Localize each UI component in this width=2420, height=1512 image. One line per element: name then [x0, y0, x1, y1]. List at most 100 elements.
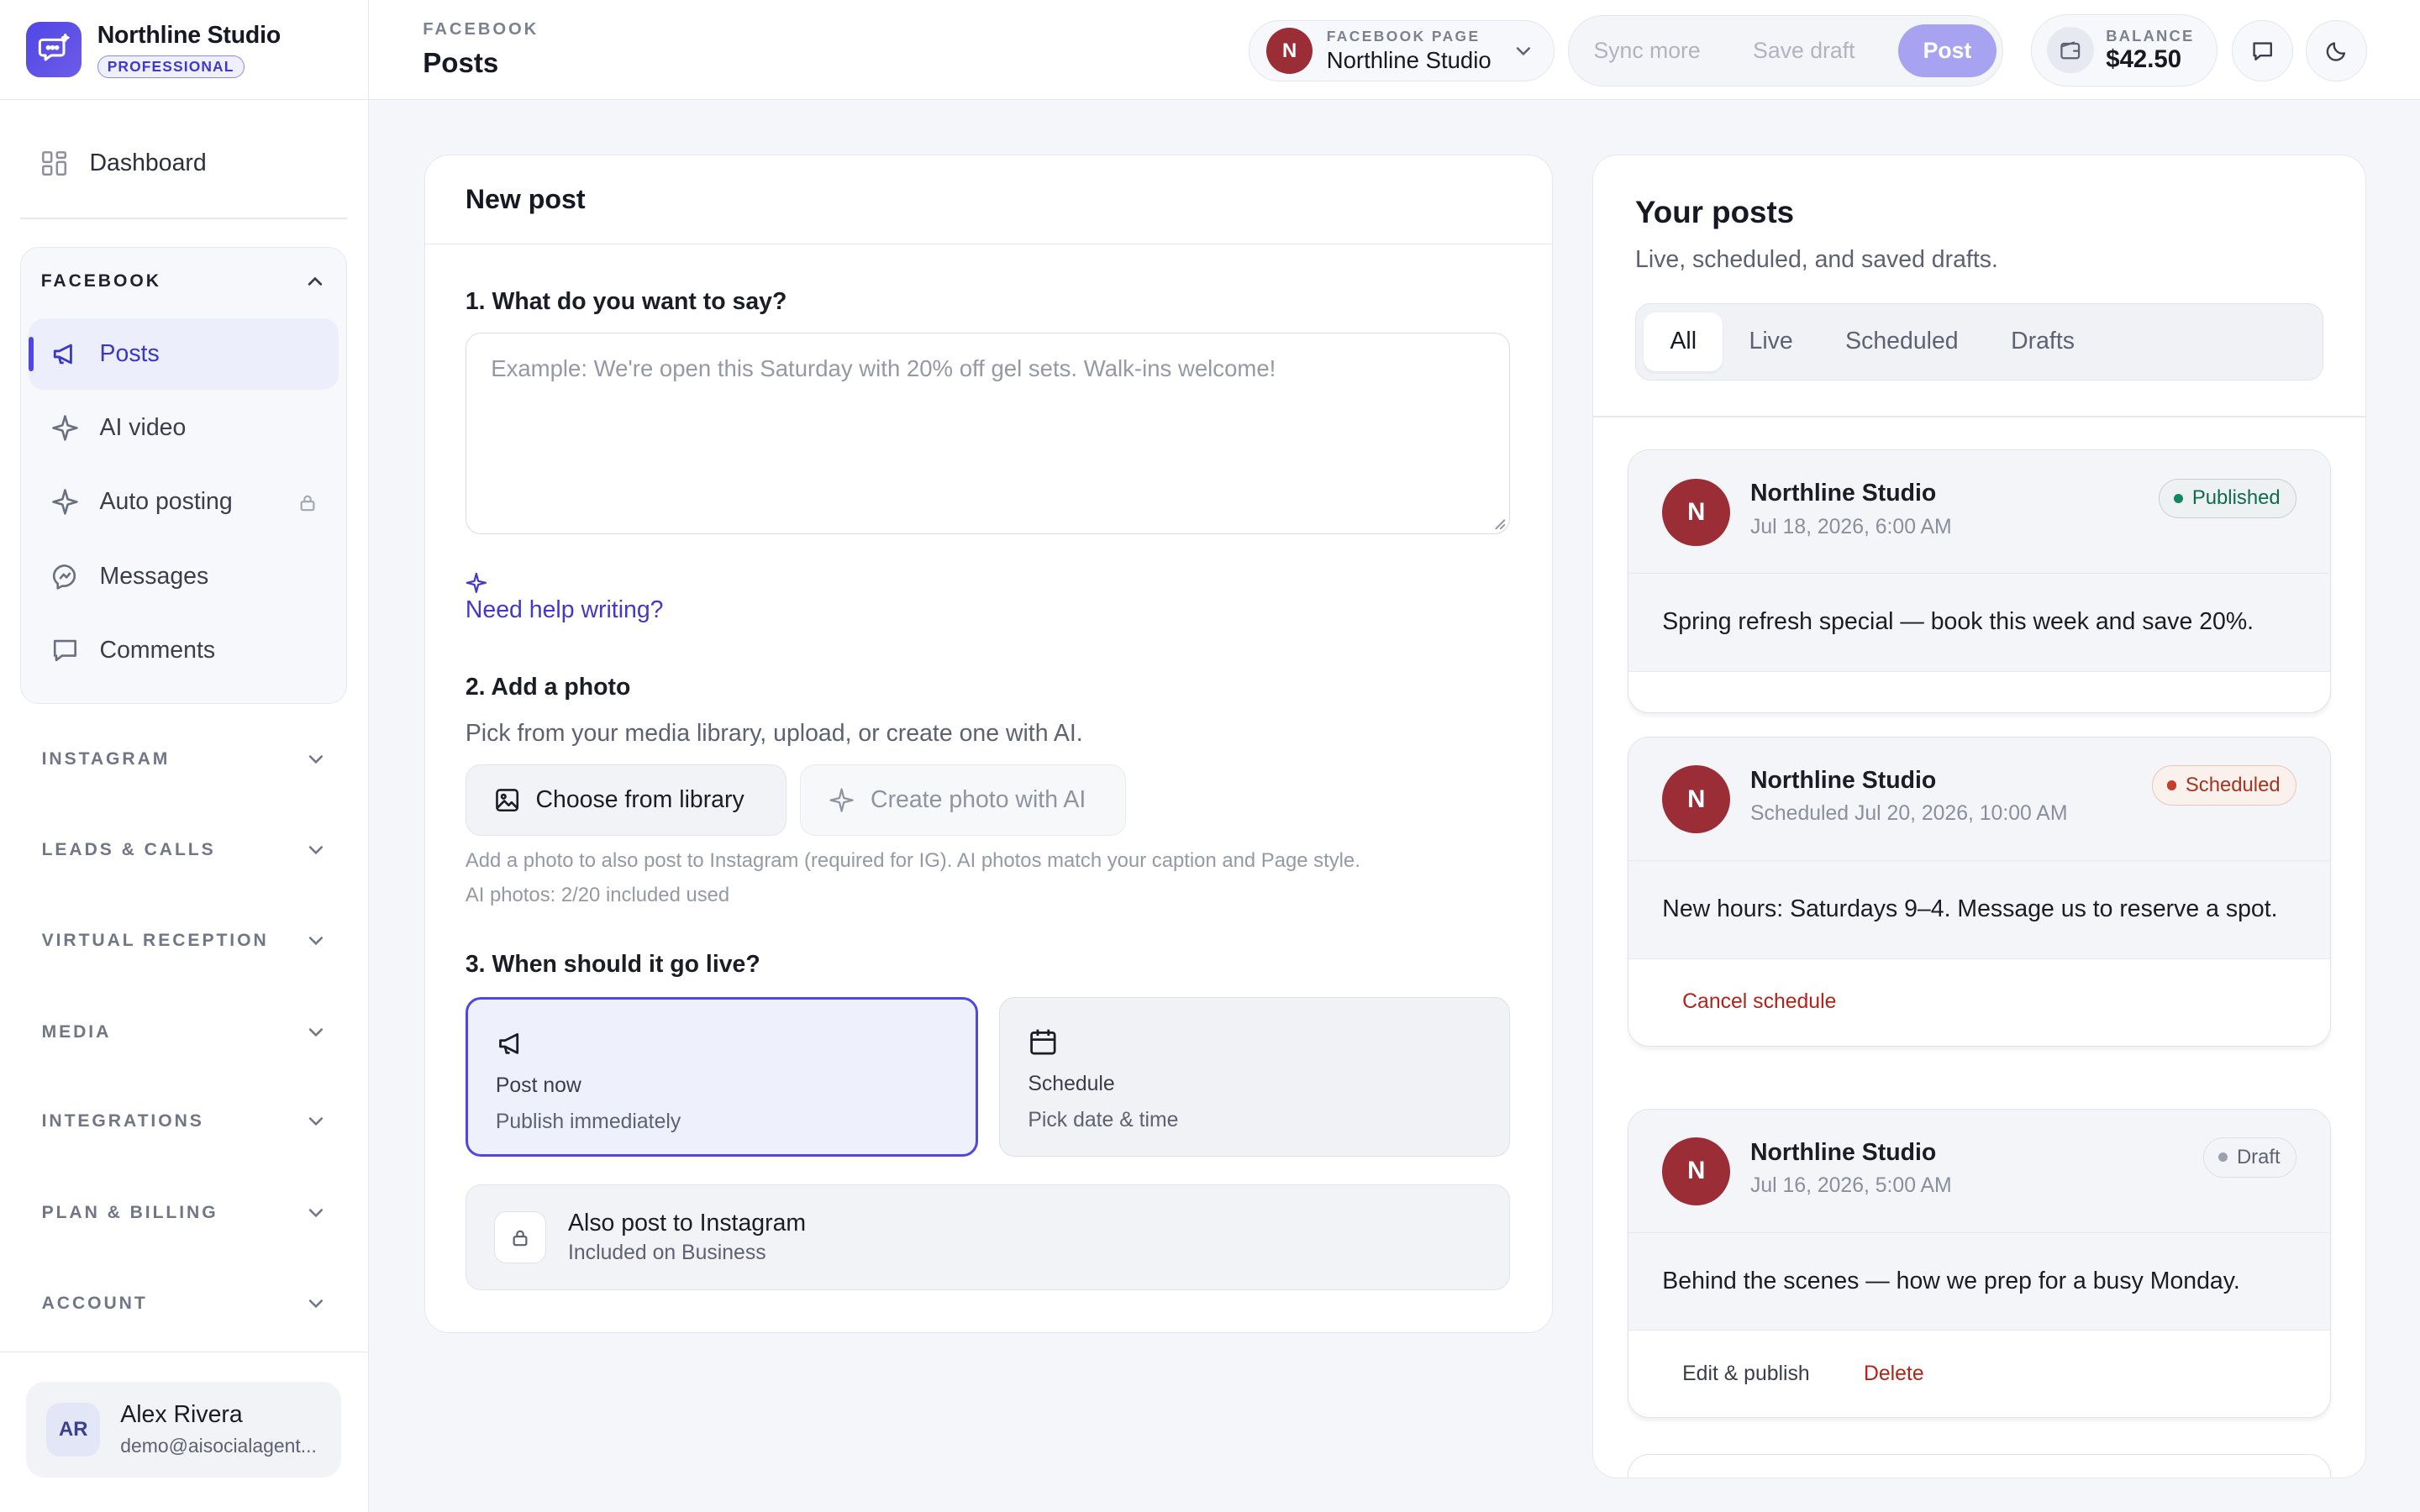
- sidebar-item-dashboard[interactable]: Dashboard: [20, 133, 347, 194]
- status-badge: Draft: [2203, 1137, 2296, 1178]
- save-draft-button[interactable]: Save draft: [1734, 38, 1873, 64]
- tab-drafts[interactable]: Drafts: [1985, 312, 2101, 371]
- section-label: FACEBOOK: [40, 271, 161, 291]
- instagram-option-subtitle: Included on Business: [568, 1242, 766, 1265]
- sidebar-section-instagram[interactable]: INSTAGRAM: [20, 736, 347, 782]
- sparkle-icon: [51, 415, 78, 442]
- post-text-input[interactable]: Example: We're open this Saturday with 2…: [465, 332, 1511, 535]
- create-photo-ai-button[interactable]: Create photo with AI: [800, 764, 1126, 836]
- messages-button[interactable]: [2231, 19, 2294, 82]
- delete-button[interactable]: Delete: [1864, 1362, 1924, 1386]
- sidebar-section-media[interactable]: MEDIA: [20, 1009, 347, 1055]
- wallet-icon: [2047, 27, 2094, 74]
- status-badge: Scheduled: [2152, 765, 2296, 806]
- post-card[interactable]: N Northline Studio Jul 16, 2026, 5:00 AM…: [1627, 1108, 2332, 1419]
- section-label: PLAN & BILLING: [41, 1202, 218, 1222]
- your-posts-panel: Your posts Live, scheduled, and saved dr…: [1592, 154, 2366, 1478]
- post-text: Spring refresh special — book this week …: [1628, 574, 2331, 673]
- photo-hint: Add a photo to also post to Instagram (r…: [465, 849, 1360, 873]
- page-avatar: N: [1266, 28, 1313, 75]
- post-card[interactable]: N Northline Studio Jul 18, 2026, 6:00 AM…: [1627, 449, 2332, 713]
- option-subtitle: Pick date & time: [1028, 1108, 1179, 1131]
- resize-handle-icon[interactable]: [1494, 518, 1507, 531]
- your-posts-title: Your posts: [1635, 195, 1795, 230]
- status-dot-icon: [2166, 780, 2176, 790]
- messenger-icon: [52, 564, 76, 590]
- help-writing-link[interactable]: Need help writing?: [466, 596, 664, 624]
- post-header: N Northline Studio Scheduled Jul 20, 202…: [1628, 738, 2331, 861]
- question-3: 3. When should it go live?: [465, 951, 760, 979]
- question-2: 2. Add a photo: [465, 673, 631, 701]
- tab-all[interactable]: All: [1644, 312, 1723, 371]
- post-date: Jul 16, 2026, 5:00 AM: [1749, 1173, 1952, 1197]
- section-label: LEADS & CALLS: [41, 840, 216, 860]
- sidebar-section-account[interactable]: ACCOUNT: [20, 1280, 347, 1326]
- cancel-schedule-button[interactable]: Cancel schedule: [1682, 990, 1836, 1014]
- user-card[interactable]: AR Alex Rivera demo@aisocialagent...: [26, 1381, 341, 1478]
- chevron-down-icon: [308, 1299, 323, 1309]
- option-title: Schedule: [1028, 1073, 1115, 1096]
- comment-icon: [53, 639, 76, 661]
- tab-scheduled[interactable]: Scheduled: [1819, 312, 1985, 371]
- edit-publish-button[interactable]: Edit & publish: [1682, 1362, 1810, 1386]
- calendar-icon: [1030, 1029, 1056, 1055]
- plan-badge: PROFESSIONAL: [97, 55, 245, 78]
- chevron-up-icon: [308, 276, 322, 286]
- section-label: INTEGRATIONS: [41, 1111, 204, 1131]
- choose-from-library-button[interactable]: Choose from library: [465, 764, 786, 836]
- post-text: New hours: Saturdays 9–4. Message us to …: [1628, 861, 2331, 959]
- also-post-instagram-option[interactable]: Also post to Instagram Included on Busin…: [465, 1184, 1511, 1291]
- facebook-page-selector[interactable]: N FACEBOOK PAGE Northline Studio: [1248, 19, 1555, 82]
- sidebar-section-plan-billing[interactable]: PLAN & BILLING: [20, 1189, 347, 1236]
- balance-pill[interactable]: BALANCE $42.50: [2031, 13, 2218, 87]
- sidebar-item-messages[interactable]: Messages: [29, 541, 339, 612]
- user-email: demo@aisocialagent...: [120, 1435, 317, 1457]
- megaphone-icon: [499, 1032, 518, 1054]
- post-now-option[interactable]: Post now Publish immediately: [465, 997, 978, 1157]
- sidebar-item-ai-video[interactable]: AI video: [29, 393, 339, 464]
- post-footer: [1628, 672, 2331, 712]
- sidebar-item-auto-posting[interactable]: Auto posting: [29, 467, 339, 538]
- balance-label: BALANCE: [2106, 26, 2195, 45]
- sync-more-button[interactable]: Sync more: [1575, 38, 1718, 64]
- post-date: Jul 18, 2026, 6:00 AM: [1749, 515, 1952, 538]
- option-subtitle: Publish immediately: [495, 1110, 681, 1133]
- your-posts-subtitle: Live, scheduled, and saved drafts.: [1635, 246, 1998, 274]
- section-label: VIRTUAL RECEPTION: [41, 931, 269, 951]
- sidebar-item-comments[interactable]: Comments: [29, 615, 339, 685]
- sidebar-section-integrations[interactable]: INTEGRATIONS: [20, 1099, 347, 1145]
- sidebar-divider: [19, 217, 348, 219]
- image-icon: [496, 788, 518, 811]
- theme-toggle-button[interactable]: [2306, 19, 2368, 82]
- new-post-title: New post: [425, 155, 1552, 245]
- post-button[interactable]: Post: [1898, 24, 1996, 77]
- facebook-section-header[interactable]: FACEBOOK: [21, 248, 346, 316]
- avatar: N: [1662, 765, 1731, 833]
- button-label: Choose from library: [535, 785, 744, 813]
- post-header: N Northline Studio Jul 18, 2026, 6:00 AM…: [1628, 450, 2331, 575]
- top-bar: FACEBOOK Posts N FACEBOOK PAGE Northline…: [368, 0, 2420, 101]
- sidebar-section-leads-calls[interactable]: LEADS & CALLS: [20, 827, 347, 873]
- chevron-down-icon: [1516, 46, 1530, 55]
- brand-header: Northline Studio PROFESSIONAL: [0, 0, 368, 101]
- question-1: 1. What do you want to say?: [465, 287, 787, 315]
- sidebar-item-posts[interactable]: Posts: [29, 318, 339, 390]
- tab-live[interactable]: Live: [1723, 312, 1819, 371]
- sidebar-section-virtual-reception[interactable]: VIRTUAL RECEPTION: [20, 918, 347, 964]
- section-label: ACCOUNT: [41, 1294, 148, 1313]
- post-card[interactable]: [1627, 1454, 2332, 1478]
- post-card[interactable]: N Northline Studio Scheduled Jul 20, 202…: [1627, 737, 2332, 1047]
- post-filter-tabs: All Live Scheduled Drafts: [1635, 302, 2324, 381]
- dashboard-grid-icon: [41, 151, 66, 176]
- balance-value: $42.50: [2106, 45, 2182, 73]
- brand-logo-icon[interactable]: [26, 22, 82, 78]
- panel-divider: [1593, 416, 2365, 417]
- schedule-option[interactable]: Schedule Pick date & time: [999, 997, 1511, 1157]
- post-text-placeholder: Example: We're open this Saturday with 2…: [491, 354, 1276, 381]
- sidebar-item-label: Posts: [99, 340, 160, 368]
- chevron-down-icon: [308, 846, 323, 855]
- chevron-down-icon: [308, 1028, 323, 1037]
- button-label: Create photo with AI: [871, 785, 1086, 813]
- status-dot-icon: [2173, 493, 2183, 503]
- status-label: Published: [2191, 486, 2281, 510]
